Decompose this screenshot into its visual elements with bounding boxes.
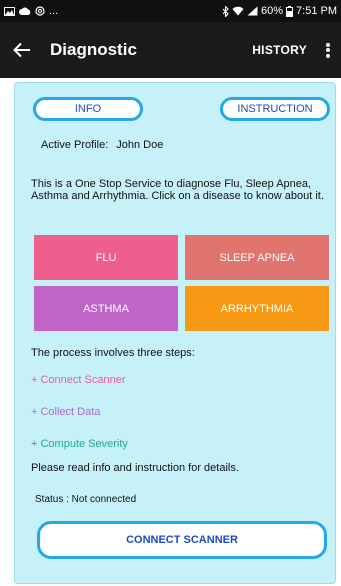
page-title: Diagnostic <box>50 40 137 59</box>
status-bar: ... 60% 7:51 PM <box>0 0 341 22</box>
diagnostic-card: INFO INSTRUCTION Active Profile: John Doe… <box>14 82 336 584</box>
wifi-icon <box>232 6 244 16</box>
bluetooth-icon <box>222 5 229 17</box>
battery-percent: 60% <box>261 4 284 17</box>
service-description: This is a One Stop Service to diagnose F… <box>31 178 324 202</box>
history-button[interactable]: HISTORY <box>244 43 315 57</box>
read-info-note: Please read info and instruction for det… <box>31 462 239 474</box>
connect-scanner-button[interactable]: CONNECT SCANNER <box>37 521 327 559</box>
profile-label: Active Profile: <box>41 139 109 151</box>
at-icon <box>35 6 45 16</box>
more-vert-icon[interactable] <box>315 22 341 78</box>
info-button[interactable]: INFO <box>33 97 143 121</box>
arrhythmia-button[interactable]: ARRHYTHMIA <box>185 286 329 331</box>
clock: 7:51 PM <box>296 4 337 17</box>
battery-icon <box>286 5 294 17</box>
status-bar-right: 60% 7:51 PM <box>222 4 337 17</box>
step-compute-severity: + Compute Severity <box>31 438 128 450</box>
cloud-icon <box>19 7 31 15</box>
flu-button[interactable]: FLU <box>34 235 178 280</box>
active-profile: Active Profile: John Doe <box>41 139 163 151</box>
connection-status: Status : Not connected <box>35 494 137 505</box>
process-intro: The process involves three steps: <box>31 347 195 359</box>
step-connect-scanner: + Connect Scanner <box>31 374 126 386</box>
signal-icon <box>247 6 258 16</box>
asthma-button[interactable]: ASTHMA <box>34 286 178 331</box>
step-collect-data: + Collect Data <box>31 406 101 418</box>
profile-name: John Doe <box>116 139 164 151</box>
notification-overflow: ... <box>49 4 59 17</box>
sleep-apnea-button[interactable]: SLEEP APNEA <box>185 235 329 280</box>
status-bar-left: ... <box>4 4 59 17</box>
gallery-icon <box>4 6 15 16</box>
instruction-button[interactable]: INSTRUCTION <box>220 97 330 121</box>
app-bar: Diagnostic HISTORY <box>0 22 341 78</box>
back-arrow-icon[interactable] <box>0 22 44 78</box>
